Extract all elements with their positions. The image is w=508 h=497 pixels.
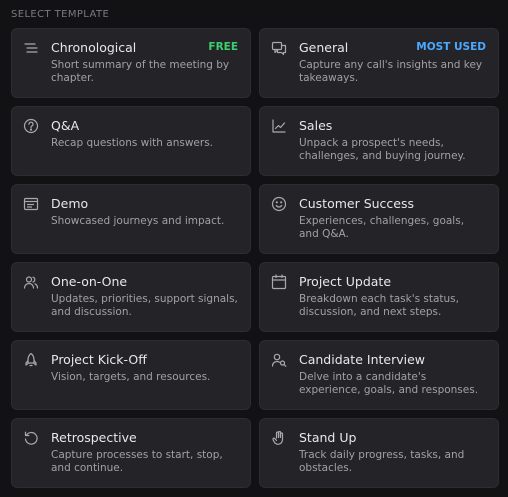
template-title: General [299,40,349,55]
template-title: Project Update [299,274,392,289]
template-title: Stand Up [299,430,357,445]
rocket-icon [23,352,39,368]
template-card-stand-up[interactable]: Stand Up Track daily progress, tasks, an… [259,418,499,488]
template-card-project-kick-off[interactable]: Project Kick-Off Vision, targets, and re… [11,340,251,410]
template-title: Sales [299,118,333,133]
template-title: Demo [51,196,89,211]
template-selector: SELECT TEMPLATE Chronological FREE Short… [0,0,508,497]
template-description: Vision, targets, and resources. [51,371,211,383]
section-heading: SELECT TEMPLATE [11,9,110,20]
template-card-general[interactable]: General MOST USED Capture any call's ins… [259,28,499,98]
template-grid: Chronological FREE Short summary of the … [11,28,499,488]
question-circle-icon [23,118,39,134]
template-card-qa[interactable]: Q&A Recap questions with answers. [11,106,251,176]
list-lines-icon [23,40,39,56]
template-title: Retrospective [51,430,137,445]
template-description: Experiences, challenges, goals, and Q&A. [299,215,465,240]
template-description: Breakdown each task's status, discussion… [299,293,459,318]
template-description: Track daily progress, tasks, and obstacl… [299,449,465,474]
calendar-icon [271,274,287,290]
template-card-customer-success[interactable]: Customer Success Experiences, challenges… [259,184,499,254]
template-description: Showcased journeys and impact. [51,215,225,227]
template-description: Capture any call's insights and key take… [299,59,483,84]
template-description: Recap questions with answers. [51,137,214,149]
template-title: Candidate Interview [299,352,426,367]
line-chart-icon [271,118,287,134]
template-card-candidate-interview[interactable]: Candidate Interview Delve into a candida… [259,340,499,410]
template-card-project-update[interactable]: Project Update Breakdown each task's sta… [259,262,499,332]
template-card-one-on-one[interactable]: One-on-One Updates, priorities, support … [11,262,251,332]
template-title: Chronological [51,40,137,55]
free-badge: FREE [208,41,238,53]
template-title: Customer Success [299,196,415,211]
person-search-icon [271,352,287,368]
template-title: One-on-One [51,274,128,289]
template-card-demo[interactable]: Demo Showcased journeys and impact. [11,184,251,254]
template-description: Delve into a candidate's experience, goa… [299,371,479,396]
template-description: Updates, priorities, support signals, an… [51,293,238,318]
template-description: Short summary of the meeting by chapter. [51,59,230,84]
most-used-badge: MOST USED [416,41,486,53]
template-title: Project Kick-Off [51,352,147,367]
smiley-icon [271,196,287,212]
template-description: Capture processes to start, stop, and co… [51,449,223,474]
rotate-ccw-icon [23,430,39,446]
two-people-icon [23,274,39,290]
template-card-sales[interactable]: Sales Unpack a prospect's needs, challen… [259,106,499,176]
template-card-chronological[interactable]: Chronological FREE Short summary of the … [11,28,251,98]
hand-icon [271,430,287,446]
template-card-retrospective[interactable]: Retrospective Capture processes to start… [11,418,251,488]
chat-bubbles-icon [271,40,287,56]
template-description: Unpack a prospect's needs, challenges, a… [299,137,466,162]
template-title: Q&A [51,118,80,133]
browser-window-icon [23,196,39,212]
